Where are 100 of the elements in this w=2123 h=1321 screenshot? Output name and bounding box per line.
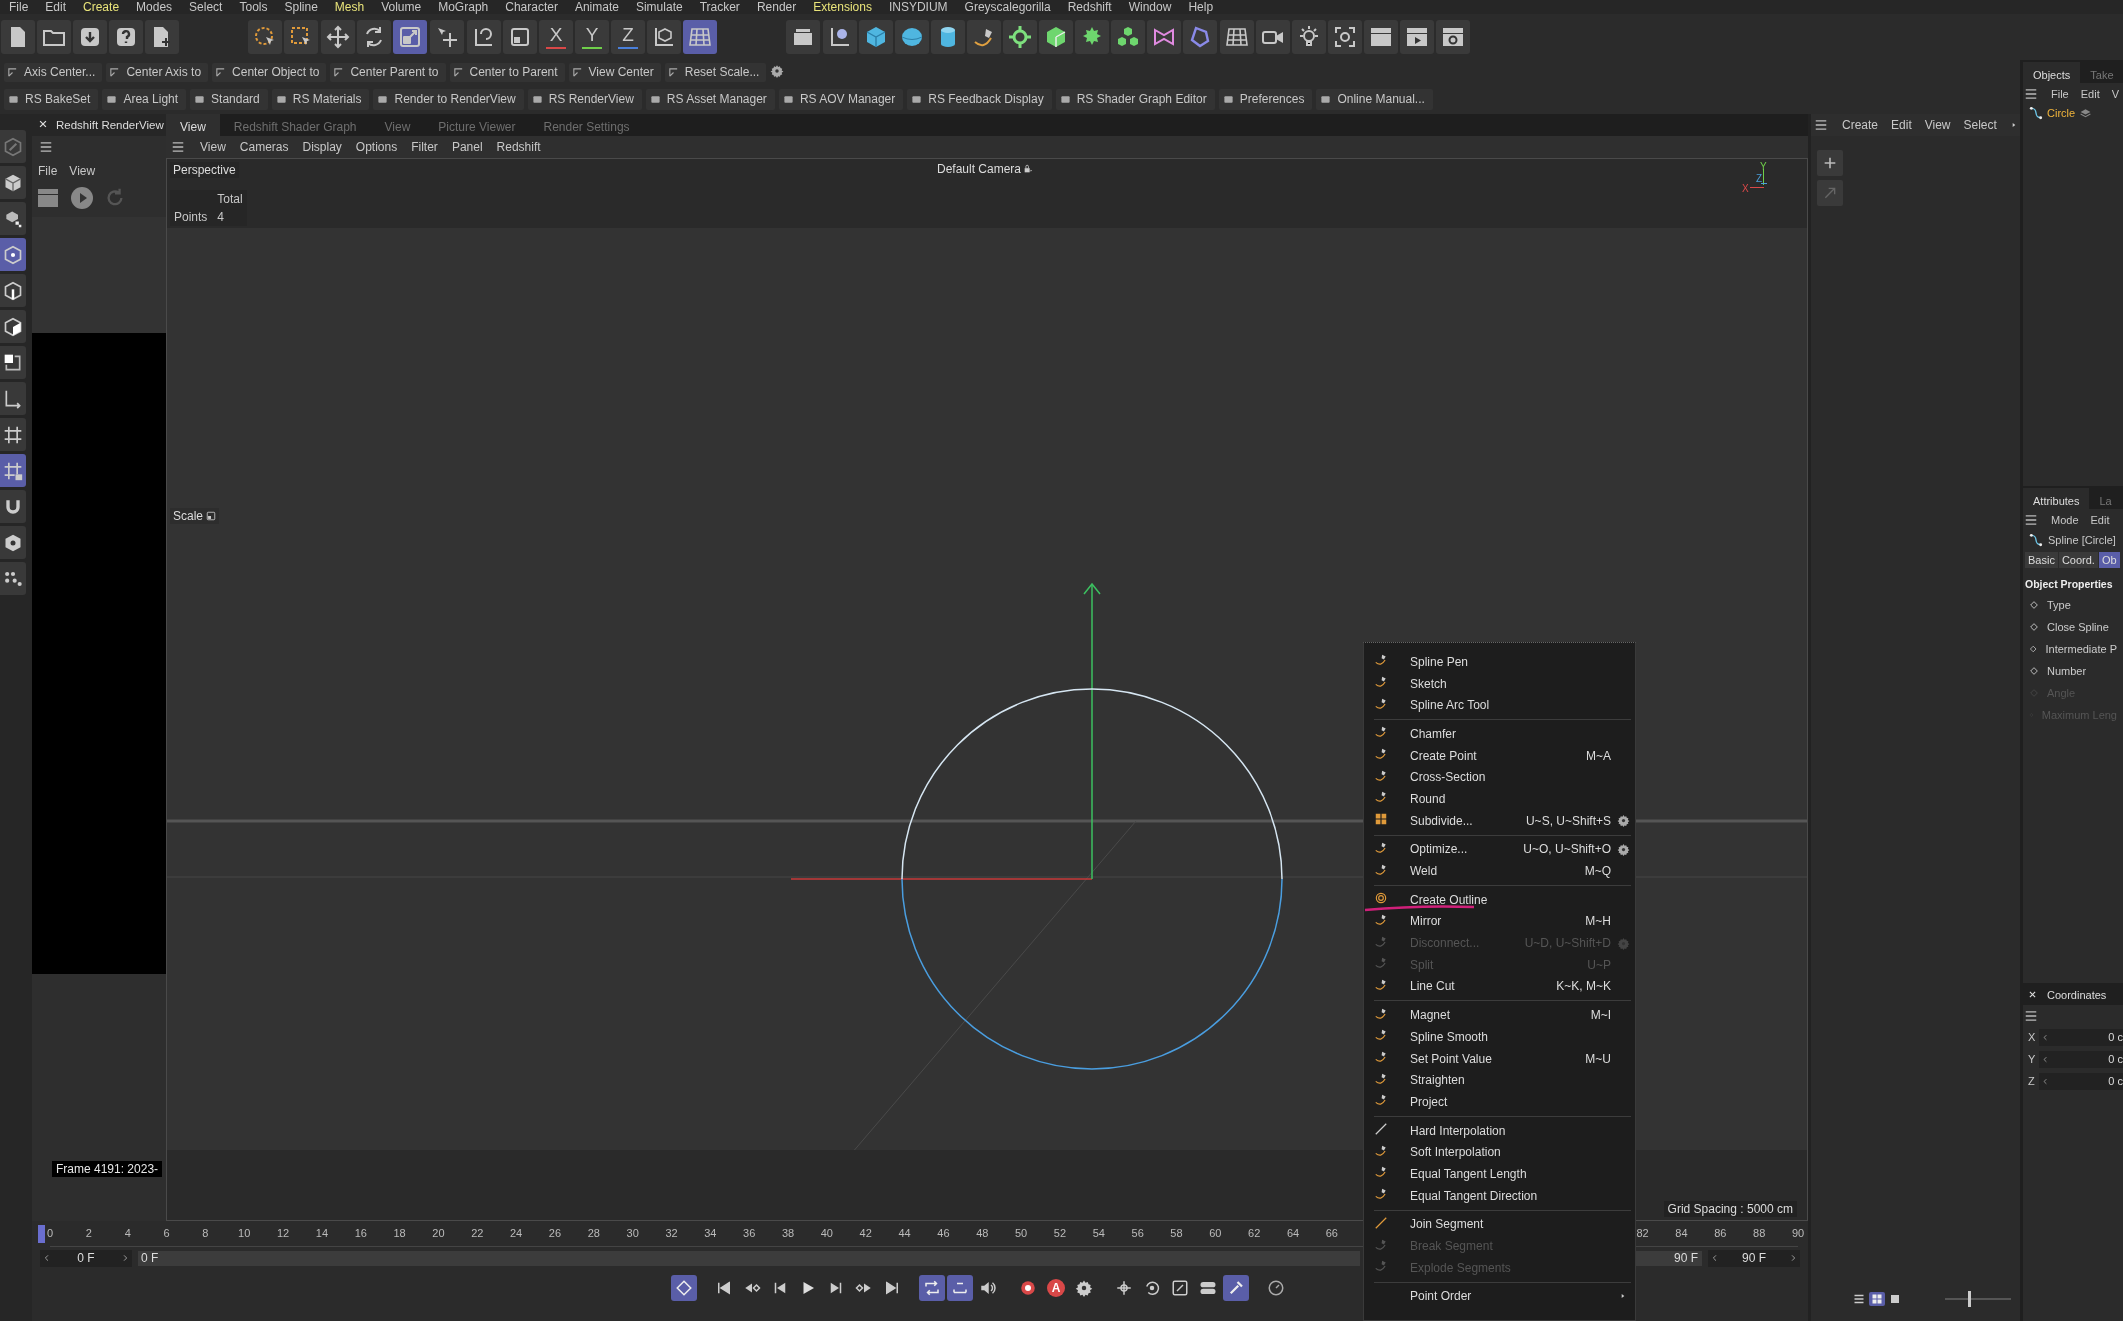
menu-item[interactable]: View [1924, 118, 1951, 132]
tab[interactable]: La [2089, 488, 2122, 509]
command-button[interactable]: RS RenderView [527, 88, 642, 110]
menu-item[interactable]: File [0, 1, 37, 13]
menu-item[interactable]: INSYDIUM [879, 1, 956, 13]
command-button[interactable]: Center Parent to [330, 62, 446, 82]
menu-item[interactable]: Select [180, 1, 231, 13]
axis-toggle-button[interactable]: Y [575, 20, 609, 54]
menu-item[interactable]: Join Segment [1364, 1213, 1635, 1236]
coordinate-field[interactable]: 0 c [2038, 1072, 2123, 1090]
menu-item[interactable]: Volume [372, 1, 430, 13]
command-button[interactable]: Standard [190, 88, 268, 110]
menu-item[interactable]: Modes [127, 1, 181, 13]
command-button[interactable]: RS AOV Manager [778, 88, 904, 110]
menu-item[interactable]: Chamfer [1364, 723, 1635, 745]
menu-item[interactable]: Project [1364, 1091, 1635, 1113]
command-button[interactable]: RS Materials [271, 88, 370, 110]
menu-item[interactable]: Redshift [496, 140, 541, 154]
menu-item[interactable]: Animate [565, 1, 627, 13]
menu-item[interactable]: Extensions [804, 1, 880, 13]
menu-item[interactable]: Create [74, 1, 128, 13]
menu-item[interactable]: Edit [1891, 118, 1912, 132]
tab[interactable]: Take [2080, 62, 2123, 83]
menu-item[interactable]: Edit [36, 1, 75, 13]
menu-item[interactable]: Subdivide... U~S, U~Shift+S [1364, 809, 1635, 832]
command-button[interactable]: Online Manual... [1316, 88, 1433, 110]
menu-item[interactable]: Mesh [325, 1, 373, 13]
menu-item[interactable]: Help [1179, 1, 1222, 13]
menu-item[interactable]: Character [496, 1, 566, 13]
menu-item[interactable]: Tools [230, 1, 276, 13]
menu-item[interactable]: File [2051, 87, 2069, 100]
max-frame-field[interactable]: 90 F [1708, 1249, 1800, 1267]
menu-item[interactable]: Optimize... U~O, U~Shift+O [1364, 838, 1635, 861]
menu-item[interactable]: Create Outline [1364, 888, 1635, 911]
command-button[interactable]: RS Shader Graph Editor [1055, 88, 1215, 110]
command-button[interactable]: Render to RenderView [373, 88, 524, 110]
menu-item[interactable]: Panel [451, 140, 483, 154]
menu-item[interactable]: Edit [2090, 513, 2110, 526]
command-button[interactable]: Center to Parent [449, 62, 565, 82]
menu-item[interactable]: Hard Interpolation [1364, 1119, 1635, 1142]
menu-item[interactable]: Spline Arc Tool [1364, 694, 1635, 717]
tab[interactable]: Objects [2023, 62, 2081, 83]
axis-toggle-button[interactable]: X [539, 20, 573, 54]
menu-item[interactable]: Options [355, 140, 398, 154]
command-button[interactable]: View Center [568, 62, 661, 82]
menu-item[interactable]: Straighten [1364, 1069, 1635, 1092]
menu-item[interactable]: Spline Smooth [1364, 1026, 1635, 1048]
menu-item[interactable]: Mode [2051, 513, 2079, 526]
menu-item[interactable]: Spline Pen [1364, 651, 1635, 673]
command-button[interactable]: Area Light [102, 88, 187, 110]
command-button[interactable]: Center Object to [212, 62, 327, 82]
menu-item[interactable]: Sketch [1364, 672, 1635, 695]
menu-item[interactable]: Create [1842, 118, 1879, 132]
menu-item[interactable]: Equal Tangent Length [1364, 1163, 1635, 1185]
menu-item[interactable]: Select [1963, 118, 1997, 132]
menu-item[interactable]: Round [1364, 788, 1635, 810]
command-button[interactable]: RS Asset Manager [645, 88, 775, 110]
menu-item[interactable]: Edit [2080, 87, 2100, 100]
menu-item[interactable]: Line Cut K~K, M~K [1364, 975, 1635, 998]
command-button[interactable]: Reset Scale... [664, 62, 767, 82]
menu-item[interactable]: Equal Tangent Direction [1364, 1184, 1635, 1207]
frame-range-bar[interactable]: 0 F [138, 1250, 1360, 1266]
axis-toggle-button[interactable]: Z [611, 20, 645, 54]
menu-item[interactable]: Cameras [239, 140, 289, 154]
command-button[interactable]: Center Axis to [106, 62, 209, 82]
menu-item[interactable]: Redshift [1058, 1, 1120, 13]
menu-item[interactable]: Set Point Value M~U [1364, 1047, 1635, 1070]
coordinate-field[interactable]: 0 c [2039, 1028, 2123, 1046]
tab[interactable]: Basic [2025, 552, 2058, 568]
command-button[interactable]: Axis Center... [4, 62, 103, 82]
menu-item[interactable]: Greyscalegorilla [955, 1, 1059, 13]
menu-item[interactable]: Soft Interpolation [1364, 1141, 1635, 1164]
property-row[interactable]: Close Spline [2023, 616, 2123, 638]
coordinate-field[interactable]: 0 c [2039, 1050, 2123, 1068]
menu-item[interactable]: Point Order [1364, 1285, 1635, 1308]
playback-button[interactable]: A [1043, 1275, 1069, 1301]
menu-item[interactable]: Tracker [690, 1, 748, 13]
menu-item[interactable]: Simulate [626, 1, 691, 13]
menu-item[interactable]: Cross-Section [1364, 766, 1635, 789]
command-button[interactable]: Preferences [1218, 88, 1313, 110]
menu-item[interactable]: File [38, 164, 58, 178]
menu-item[interactable]: Render [747, 1, 805, 13]
menu-item[interactable]: Spline [275, 1, 326, 13]
property-row[interactable]: Type [2023, 594, 2123, 616]
menu-item[interactable]: V [2111, 87, 2120, 100]
tab[interactable]: Ob [2098, 552, 2120, 568]
command-button[interactable]: RS BakeSet [4, 88, 99, 110]
object-name[interactable]: Circle [2047, 107, 2076, 119]
menu-item[interactable]: Mirror M~H [1364, 910, 1635, 933]
menu-item[interactable]: Magnet M~I [1364, 1004, 1635, 1026]
tab[interactable]: View [166, 114, 220, 136]
menu-item[interactable]: Window [1119, 1, 1180, 13]
menu-item[interactable]: Display [302, 140, 342, 154]
property-row[interactable]: Number [2023, 660, 2123, 682]
frame-range-end[interactable]: 90 F [1636, 1250, 1702, 1266]
menu-item[interactable]: Filter [411, 140, 438, 154]
menu-item[interactable]: View [69, 164, 96, 178]
menu-item[interactable]: MoGraph [429, 1, 497, 13]
tab[interactable]: Attributes [2023, 488, 2090, 509]
menu-item[interactable]: View [200, 140, 226, 154]
